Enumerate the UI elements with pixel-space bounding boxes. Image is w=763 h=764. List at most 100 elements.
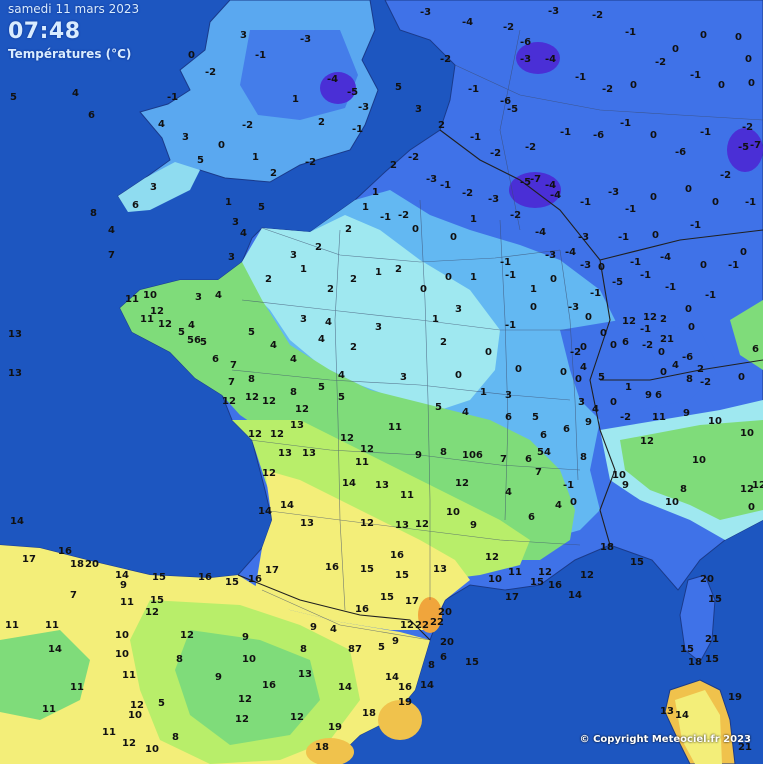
station-temperature: 18 — [688, 657, 702, 668]
station-temperature: 1 — [470, 272, 477, 283]
station-temperature: 12 — [622, 316, 636, 327]
station-temperature: -5 — [738, 142, 749, 153]
station-temperature: 54 — [537, 447, 551, 458]
station-temperature: -2 — [620, 412, 631, 423]
station-temperature: 13 — [8, 329, 22, 340]
station-temperature: 4 — [318, 334, 325, 345]
station-temperature: 15 — [150, 595, 164, 606]
station-temperature: -2 — [408, 152, 419, 163]
station-temperature: 2 — [350, 342, 357, 353]
station-temperature: 11 — [652, 412, 666, 423]
station-temperature: -1 — [167, 92, 178, 103]
station-temperature: 5 — [258, 202, 265, 213]
station-temperature: 1 — [530, 284, 537, 295]
station-temperature: -1 — [700, 127, 711, 138]
station-temperature: -1 — [590, 288, 601, 299]
station-temperature: 5 — [178, 327, 185, 338]
station-temperature: -1 — [618, 232, 629, 243]
station-temperature: -1 — [560, 127, 571, 138]
station-temperature: 6 — [88, 110, 95, 121]
station-temperature: -5 — [347, 87, 358, 98]
station-temperature: 8 — [580, 452, 587, 463]
station-temperature: -7 — [750, 140, 761, 151]
station-temperature: 5 — [158, 698, 165, 709]
station-temperature: 11 — [140, 314, 154, 325]
station-temperature: 8 — [300, 644, 307, 655]
station-temperature: 16 — [355, 604, 369, 615]
station-temperature: -2 — [642, 340, 653, 351]
station-temperature: 8 — [176, 654, 183, 665]
station-temperature: 4 — [325, 317, 332, 328]
station-temperature: 8 — [680, 484, 687, 495]
station-temperature: 0 — [735, 32, 742, 43]
station-temperature: 16 — [398, 682, 412, 693]
station-temperature: 4 — [592, 404, 599, 415]
station-temperature: -2 — [305, 157, 316, 168]
station-temperature: 10 — [692, 455, 706, 466]
station-temperature: 2 — [440, 337, 447, 348]
station-temperature: -3 — [488, 194, 499, 205]
station-temperature: 20 — [85, 559, 99, 570]
station-temperature: 16 — [198, 572, 212, 583]
station-temperature: 12 — [270, 429, 284, 440]
station-temperature: 15 — [680, 644, 694, 655]
station-temperature: -3 — [300, 34, 311, 45]
station-temperature: 18 — [362, 708, 376, 719]
station-temperature: -3 — [548, 6, 559, 17]
station-temperature: 1 — [252, 152, 259, 163]
station-temperature: 14 — [420, 680, 434, 691]
station-temperature: 0 — [688, 322, 695, 333]
station-temperature: -1 — [255, 50, 266, 61]
station-temperature: 9 — [310, 622, 317, 633]
station-temperature: 106 — [462, 450, 483, 461]
station-temperature: 0 — [575, 374, 582, 385]
station-temperature: -1 — [470, 132, 481, 143]
station-temperature: 14 — [675, 710, 689, 721]
station-temperature: -1 — [468, 84, 479, 95]
station-temperature: 12 — [262, 468, 276, 479]
station-temperature: -1 — [575, 72, 586, 83]
station-temperature: -3 — [426, 174, 437, 185]
station-temperature: 9 — [392, 636, 399, 647]
station-temperature: 13 — [302, 448, 316, 459]
station-temperature: 0 — [585, 312, 592, 323]
station-temperature: 15 — [152, 572, 166, 583]
station-temperature: 1 — [625, 382, 632, 393]
station-temperature: 11 — [120, 597, 134, 608]
station-temperature: 8 — [172, 732, 179, 743]
station-temperature: 1 — [480, 387, 487, 398]
station-temperature: 13 — [8, 368, 22, 379]
station-temperature: 13 — [278, 448, 292, 459]
station-temperature: 15 — [705, 654, 719, 665]
station-temperature: 1 — [470, 214, 477, 225]
station-temperature: 0 — [740, 247, 747, 258]
station-temperature: 0 — [745, 54, 752, 65]
station-temperature: -1 — [500, 257, 511, 268]
station-temperature: 6 — [752, 344, 759, 355]
station-temperature: -3 — [568, 302, 579, 313]
station-temperature: 12 — [122, 738, 136, 749]
station-temperature: 0 — [515, 364, 522, 375]
station-temperature: 7 — [70, 590, 77, 601]
station-temperature: -1 — [580, 197, 591, 208]
station-temperature: 0 — [685, 304, 692, 315]
station-temperature: 3 — [455, 304, 462, 315]
station-temperature: 12 — [262, 396, 276, 407]
station-temperature: -1 — [625, 27, 636, 38]
station-temperature: 11 — [388, 422, 402, 433]
station-temperature: 14 — [568, 590, 582, 601]
station-temperature: 19 — [328, 722, 342, 733]
station-temperature: -7 — [530, 174, 541, 185]
station-temperature: 0 — [652, 230, 659, 241]
station-temperature: 56 — [187, 335, 201, 346]
station-temperature: 11 — [125, 294, 139, 305]
station-temperature: 0 — [218, 140, 225, 151]
station-temperature: -3 — [358, 102, 369, 113]
station-temperature: 18 — [70, 559, 84, 570]
station-temperature: 4 — [240, 228, 247, 239]
station-temperature: 7 — [500, 454, 507, 465]
station-temperature: 1 — [292, 94, 299, 105]
station-temperature: 4 — [108, 225, 115, 236]
station-temperature: 2 — [395, 264, 402, 275]
station-temperature: 8 — [440, 447, 447, 458]
